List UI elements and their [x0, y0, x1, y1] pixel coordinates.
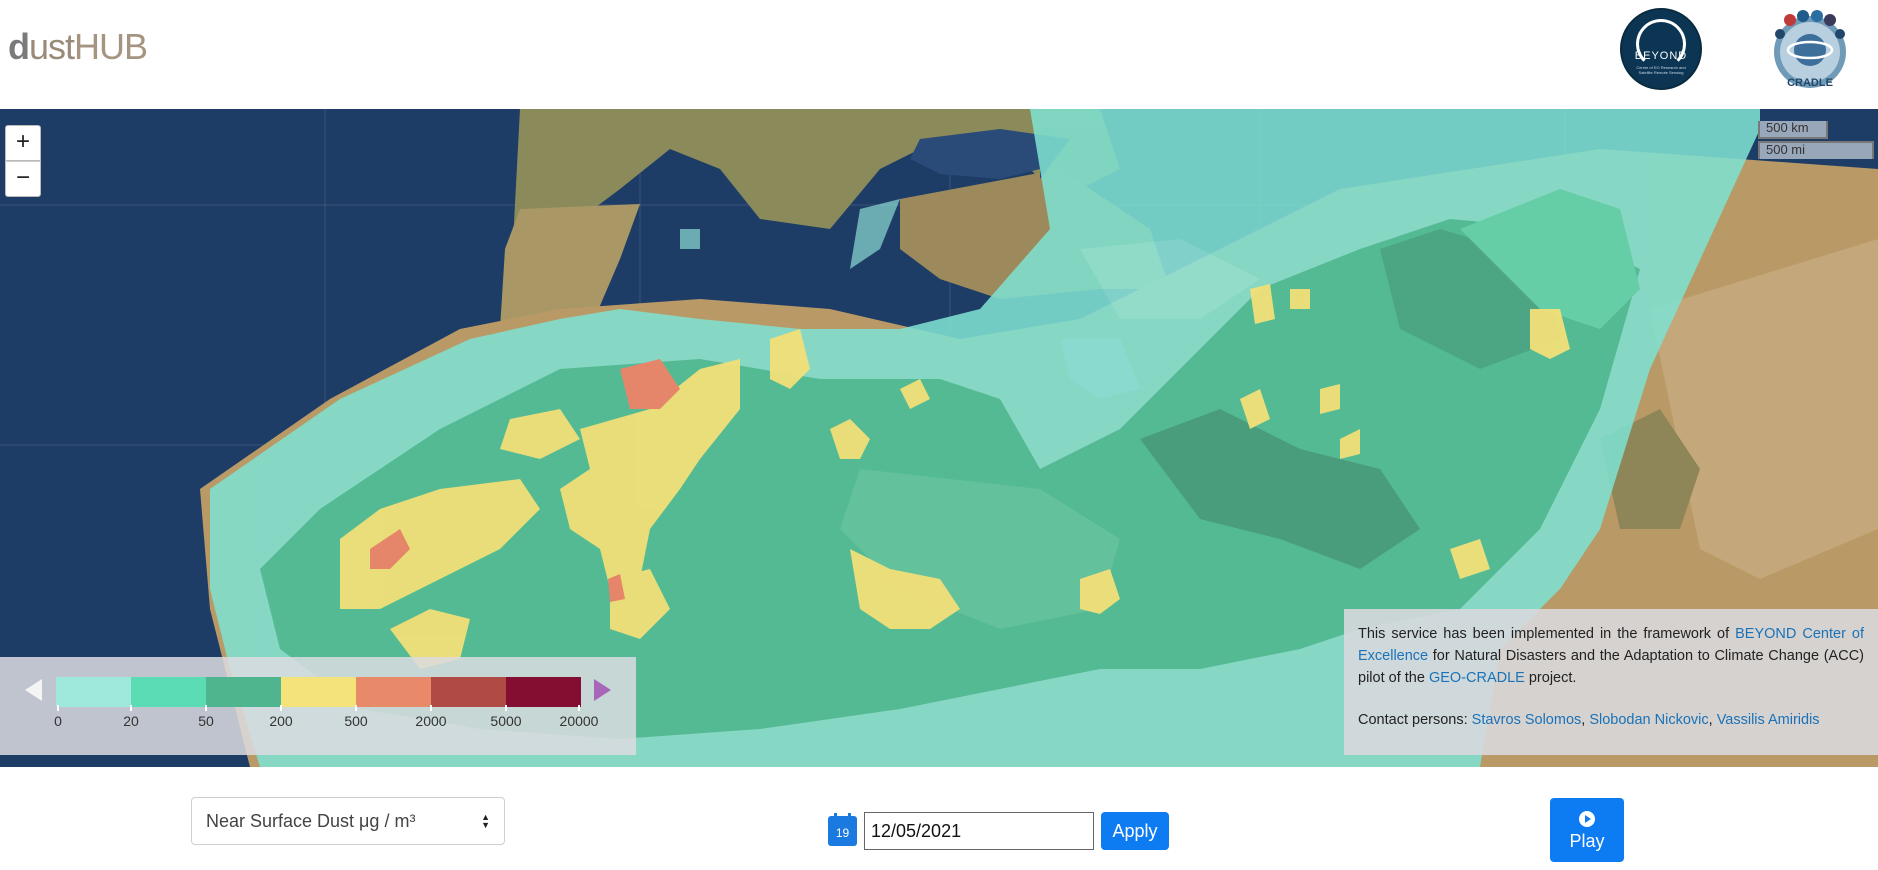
- legend-prev-arrow-icon[interactable]: [25, 679, 42, 701]
- zoom-in-button[interactable]: +: [5, 125, 41, 161]
- legend-label: 5000: [490, 713, 522, 729]
- zoom-out-button[interactable]: −: [5, 161, 41, 197]
- legend-label: 50: [198, 713, 214, 729]
- contact-slobodan-link[interactable]: Slobodan Nickovic: [1589, 712, 1708, 728]
- legend-tick: [578, 705, 580, 711]
- beyond-logo[interactable]: BEYOND Centre of EO Research and Satelli…: [1620, 8, 1702, 90]
- legend-swatch: [281, 677, 356, 707]
- legend-tick: [130, 705, 132, 711]
- legend-label: 2000: [415, 713, 447, 729]
- info-text-1: This service has been implemented in the…: [1358, 626, 1736, 642]
- contact-sep-2: ,: [1708, 712, 1717, 728]
- legend-swatch: [56, 677, 131, 707]
- info-text-3: project.: [1524, 670, 1577, 686]
- legend-label: 20: [123, 713, 139, 729]
- apply-button[interactable]: Apply: [1101, 812, 1169, 850]
- play-label: Play: [1569, 831, 1605, 851]
- legend-tick: [355, 705, 357, 711]
- dusthub-logo[interactable]: dustHUB: [8, 26, 148, 68]
- contact-vassilis-link[interactable]: Vassilis Amiridis: [1717, 712, 1820, 728]
- variable-select[interactable]: Near Surface Dust μg / m³ ▲ ▼: [191, 797, 505, 845]
- variable-selected-value: Near Surface Dust μg / m³: [206, 811, 416, 831]
- beyond-logo-text: BEYOND: [1634, 50, 1688, 62]
- scale-mi: 500 mi: [1758, 141, 1874, 159]
- legend-next-arrow-icon[interactable]: [594, 679, 611, 701]
- geo-cradle-emblem-icon: CRADLE: [1774, 10, 1846, 89]
- contact-persons: Contact persons: Stavros Solomos, Slobod…: [1358, 709, 1864, 731]
- map-scale: 500 km 500 mi: [1758, 121, 1874, 159]
- logo-ust: ust: [29, 26, 75, 67]
- legend-swatch: [356, 677, 431, 707]
- logo-d: d: [8, 26, 30, 67]
- scale-km: 500 km: [1758, 121, 1828, 139]
- legend-label: 200: [269, 713, 293, 729]
- contact-stavros-link[interactable]: Stavros Solomos: [1472, 712, 1582, 728]
- date-input[interactable]: [864, 812, 1094, 850]
- legend-label: 20000: [559, 713, 599, 729]
- header: dustHUB BEYOND Centre of EO Research and…: [0, 0, 1878, 109]
- legend-tick: [505, 705, 507, 711]
- legend-swatch: [506, 677, 581, 707]
- info-description: This service has been implemented in the…: [1358, 623, 1864, 689]
- select-arrows-icon: ▲ ▼: [481, 812, 490, 830]
- beyond-logo-subtext: Centre of EO Research and Satellite Remo…: [1636, 65, 1686, 75]
- logo-hub: HUB: [74, 26, 148, 67]
- cradle-text: CRADLE: [1787, 77, 1833, 89]
- play-icon: [1579, 811, 1595, 827]
- legend-tick: [205, 705, 207, 711]
- legend-tick: [280, 705, 282, 711]
- geo-cradle-link[interactable]: GEO-CRADLE: [1429, 670, 1525, 686]
- calendar-icon[interactable]: 19: [828, 813, 857, 846]
- legend-tick: [430, 705, 432, 711]
- geo-cradle-logo[interactable]: CRADLE: [1768, 8, 1852, 92]
- info-panel: This service has been implemented in the…: [1344, 609, 1878, 755]
- dust-map[interactable]: + − 500 km 500 mi 0 20 50 200 500 2000 5000 200…: [0, 109, 1878, 767]
- legend-swatch: [206, 677, 281, 707]
- legend-label: 0: [54, 713, 62, 729]
- legend-label: 500: [344, 713, 368, 729]
- contact-label: Contact persons:: [1358, 712, 1472, 728]
- play-button[interactable]: Play: [1550, 798, 1624, 862]
- legend-tick: [57, 705, 59, 711]
- legend-swatch: [431, 677, 506, 707]
- legend-swatch: [131, 677, 206, 707]
- color-legend: 0 20 50 200 500 2000 5000 20000: [0, 657, 636, 755]
- legend-bar: [56, 677, 581, 707]
